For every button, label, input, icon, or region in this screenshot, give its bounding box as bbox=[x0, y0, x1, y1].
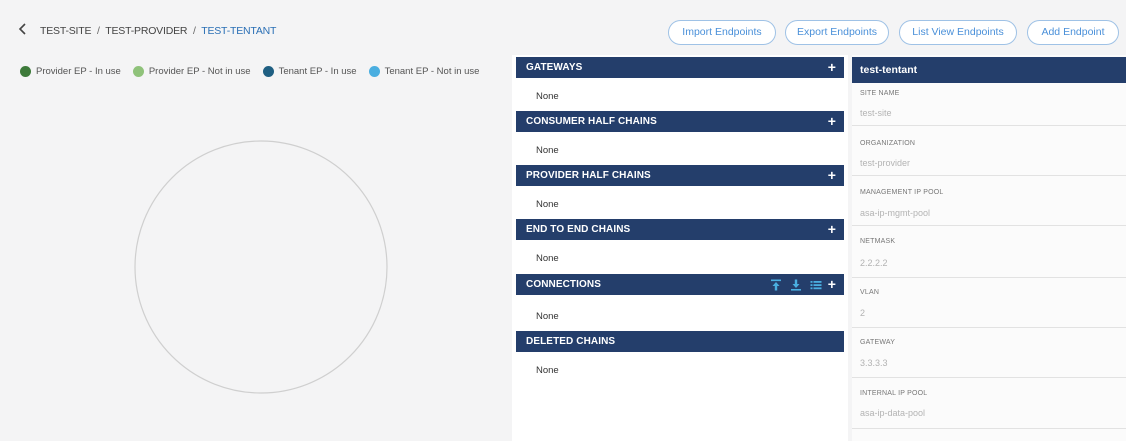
section-value: None bbox=[536, 91, 559, 102]
field-value-organization: test-provider bbox=[860, 158, 911, 168]
breadcrumb-separator: / bbox=[97, 25, 100, 37]
section-value: None bbox=[536, 365, 559, 376]
tenant-details-panel: test-tentant SITE NAME test-site ORGANIZ… bbox=[852, 55, 1126, 441]
plus-icon[interactable]: + bbox=[828, 111, 836, 132]
section-value: None bbox=[536, 199, 559, 210]
breadcrumb-site[interactable]: TEST-SITE bbox=[40, 25, 91, 37]
legend-label: Provider EP - In use bbox=[36, 66, 121, 77]
field-label: NETMASK bbox=[860, 238, 896, 245]
section-title: DELETED CHAINS bbox=[526, 336, 616, 347]
section-header-provider-half-chains: PROVIDER HALF CHAINS + bbox=[516, 165, 844, 186]
legend-item-provider-not-in-use: Provider EP - Not in use bbox=[132, 66, 251, 77]
plus-icon[interactable]: + bbox=[828, 165, 836, 186]
section-title: CONNECTIONS bbox=[526, 279, 601, 290]
topology-ring bbox=[134, 140, 388, 394]
field-value-gateway: 3.3.3.3 bbox=[860, 358, 888, 368]
field-label: SITE NAME bbox=[860, 90, 900, 97]
add-endpoint-button[interactable]: Add Endpoint bbox=[1027, 20, 1119, 45]
divider bbox=[852, 377, 1126, 378]
field-label: GATEWAY bbox=[860, 339, 896, 346]
plus-icon[interactable]: + bbox=[828, 57, 836, 78]
section-title: PROVIDER HALF CHAINS bbox=[526, 170, 651, 181]
field-label: INTERNAL IP POOL bbox=[860, 390, 928, 397]
breadcrumb-separator: / bbox=[192, 25, 196, 37]
section-header-consumer-half-chains: CONSUMER HALF CHAINS + bbox=[516, 111, 844, 132]
legend-dot bbox=[368, 66, 380, 77]
legend-dot bbox=[20, 66, 31, 77]
section-value: None bbox=[536, 253, 559, 264]
import-endpoints-button[interactable]: Import Endpoints bbox=[668, 20, 776, 45]
plus-icon[interactable]: + bbox=[828, 274, 836, 295]
breadcrumb-provider[interactable]: TEST-PROVIDER bbox=[105, 25, 187, 37]
legend-label: Tenant EP - Not in use bbox=[384, 66, 480, 77]
legend-label: Tenant EP - In use bbox=[278, 66, 357, 77]
section-title: CONSUMER HALF CHAINS bbox=[526, 116, 657, 127]
upload-icon[interactable] bbox=[770, 278, 782, 291]
chains-panel: GATEWAYS + None CONSUMER HALF CHAINS + N… bbox=[512, 55, 848, 441]
list-icon[interactable] bbox=[810, 278, 822, 290]
legend-dot bbox=[132, 66, 144, 77]
divider bbox=[852, 277, 1126, 278]
field-label: ORGANIZATION bbox=[860, 140, 916, 147]
breadcrumb: TEST-SITE / TEST-PROVIDER / TEST-TENTANT bbox=[40, 25, 276, 37]
top-bar: TEST-SITE / TEST-PROVIDER / TEST-TENTANT… bbox=[0, 0, 1126, 46]
details-title: test-tentant bbox=[852, 57, 1126, 83]
field-value-netmask: 2.2.2.2 bbox=[860, 258, 888, 268]
chevron-left-icon[interactable] bbox=[18, 22, 28, 36]
export-endpoints-button[interactable]: Export Endpoints bbox=[785, 20, 889, 45]
breadcrumb-tenant[interactable]: TEST-TENTANT bbox=[201, 25, 276, 37]
legend-item-tenant-not-in-use: Tenant EP - Not in use bbox=[368, 66, 480, 77]
field-label: VLAN bbox=[860, 289, 880, 296]
field-value-internal-ip-pool: asa-ip-data-pool bbox=[860, 408, 926, 418]
list-view-endpoints-button[interactable]: List View Endpoints bbox=[899, 20, 1017, 45]
section-header-connections: CONNECTIONS + bbox=[516, 274, 844, 295]
divider bbox=[852, 175, 1126, 176]
section-header-gateways: GATEWAYS + bbox=[516, 57, 844, 78]
divider bbox=[852, 327, 1126, 328]
divider bbox=[852, 428, 1126, 429]
field-value-vlan: 2 bbox=[860, 308, 866, 318]
legend-label: Provider EP - Not in use bbox=[148, 66, 251, 77]
section-title: GATEWAYS bbox=[526, 62, 583, 73]
divider bbox=[852, 225, 1126, 226]
field-label: MANAGEMENT IP POOL bbox=[860, 189, 944, 196]
section-value: None bbox=[536, 145, 559, 156]
section-title: END TO END CHAINS bbox=[526, 224, 631, 235]
section-header-deleted-chains: DELETED CHAINS bbox=[516, 331, 844, 352]
topology-diagram[interactable] bbox=[0, 88, 512, 441]
connection-actions bbox=[770, 278, 822, 291]
legend-item-tenant-in-use: Tenant EP - In use bbox=[262, 66, 357, 77]
field-value-management-ip-pool: asa-ip-mgmt-pool bbox=[860, 208, 931, 218]
legend-item-provider-in-use: Provider EP - In use bbox=[20, 66, 121, 77]
section-header-end-to-end-chains: END TO END CHAINS + bbox=[516, 219, 844, 240]
section-value: None bbox=[536, 311, 559, 322]
plus-icon[interactable]: + bbox=[828, 219, 836, 240]
endpoint-legend: Provider EP - In use Provider EP - Not i… bbox=[20, 66, 491, 77]
download-icon[interactable] bbox=[790, 278, 802, 291]
divider bbox=[852, 125, 1126, 126]
legend-dot bbox=[262, 66, 274, 77]
field-value-site-name: test-site bbox=[860, 108, 892, 118]
